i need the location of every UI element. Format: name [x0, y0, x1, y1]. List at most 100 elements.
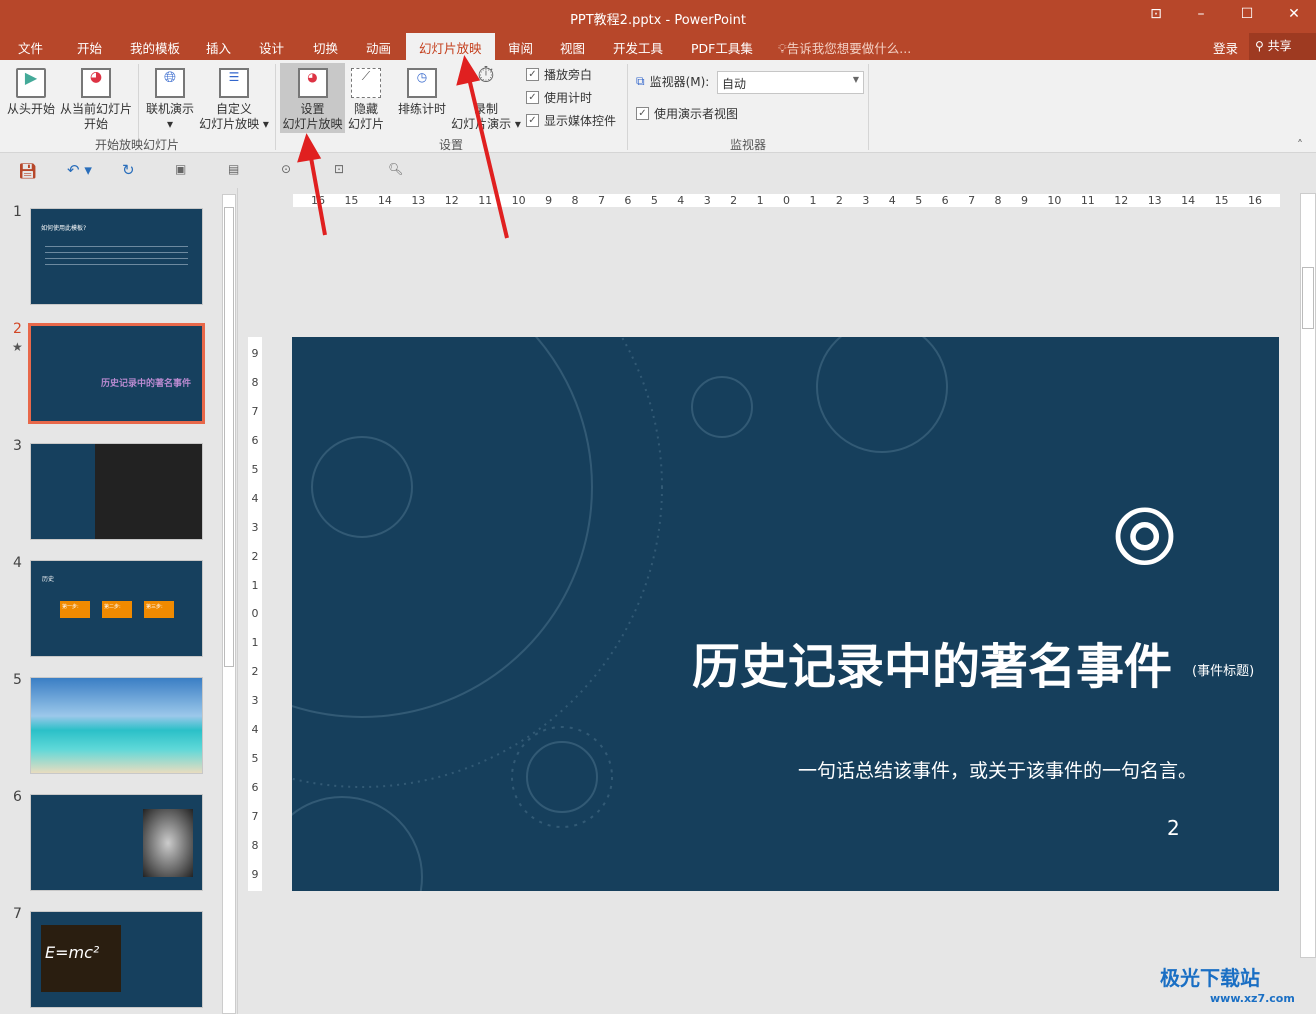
checkbox-checked: ✓ [526, 68, 539, 81]
tab-pdf-tools[interactable]: PDF工具集 [691, 38, 753, 57]
tab-insert[interactable]: 插入 [206, 38, 231, 57]
slide-thumbnail-6[interactable] [30, 794, 203, 891]
slide-canvas[interactable]: ⦾ 历史记录中的著名事件 (事件标题) 一句话总结该事件，或关于该事件的一句名言… [292, 337, 1279, 891]
chevron-down-icon: ▼ [852, 75, 859, 84]
tab-home[interactable]: 开始 [77, 38, 102, 57]
label: 联机演示 [145, 102, 194, 116]
thumb-step: 第一步: [60, 601, 90, 618]
ruler-tick-label: 4 [251, 723, 259, 737]
slide-thumbnail-7[interactable]: E=mc² [30, 911, 203, 1008]
divider [868, 64, 869, 150]
undo-icon[interactable]: ↶ ▾ [67, 161, 92, 179]
monitor-label: ⧉ 监视器(M): [636, 73, 709, 90]
tab-slide-show[interactable]: 幻灯片放映 [406, 33, 495, 60]
ruler-tick-label: 5 [650, 194, 658, 207]
close-button[interactable]: ✕ [1279, 6, 1309, 22]
tab-templates[interactable]: 我的模板 [130, 38, 180, 57]
ruler-tick-label: 6 [941, 194, 949, 207]
from-current-slide-button[interactable]: ◕ 从当前幻灯片 开始 [60, 68, 132, 132]
collapse-ribbon-icon[interactable]: ˄ [1297, 138, 1303, 152]
tab-review[interactable]: 审阅 [508, 38, 533, 57]
monitor-dropdown[interactable]: 自动 ▼ [717, 71, 864, 94]
ruler-tick-label: 1 [756, 194, 764, 207]
tab-animations[interactable]: 动画 [366, 38, 391, 57]
label: 显示媒体控件 [544, 114, 617, 128]
lightbulb-icon: 💡︎ [778, 41, 787, 56]
slide-decoration [292, 337, 948, 891]
tab-design[interactable]: 设计 [259, 38, 284, 57]
hide-slide-button[interactable]: ⟋ 隐藏 幻灯片 [347, 68, 385, 132]
from-beginning-button[interactable]: ▶ 从头开始 [6, 68, 56, 117]
label: 录制 [473, 102, 498, 116]
scroll-thumb[interactable] [224, 207, 234, 667]
ruler-tick-label: 14 [377, 194, 392, 207]
presenter-view-checkbox[interactable]: ✓ 使用演示者视图 [636, 105, 738, 122]
ruler-tick-label: 15 [344, 194, 359, 207]
slide-thumbnail-5[interactable] [30, 677, 203, 774]
slide-thumbnail-2[interactable]: 历史记录中的著名事件 [28, 323, 205, 424]
horizontal-ruler: 16 15 14 13 12 11 10 9 8 7 6 5 4 3 2 1 0 1 2 3 4 5 6 7 8 9 10 11 12 1… [293, 194, 1280, 207]
label: 幻灯片 [347, 117, 384, 131]
new-slide-icon[interactable]: ▣ [175, 162, 186, 176]
ruler-tick-label: 9 [251, 867, 259, 881]
tab-developer[interactable]: 开发工具 [613, 38, 663, 57]
tab-transitions[interactable]: 切换 [313, 38, 338, 57]
record-slide-show-button[interactable]: ⏱ 录制 幻灯片演示 ▾ [450, 65, 522, 132]
ruler-tick-label: 5 [915, 194, 923, 207]
tab-file[interactable]: 文件 [18, 38, 43, 57]
main-scrollbar[interactable] [1300, 193, 1316, 958]
ruler-tick-label: 8 [994, 194, 1002, 207]
layout-icon[interactable]: ▤ [228, 162, 239, 176]
ruler-tick-label: 2 [251, 665, 259, 679]
slide-thumbnail-4[interactable]: 历史 第一步: 第二步: 第三步: [30, 560, 203, 657]
slideshow-icon[interactable]: ⊙ [281, 162, 291, 176]
present-online-button[interactable]: 🌐︎ 联机演示 ▾ [143, 68, 197, 132]
label: 从当前幻灯片 [60, 102, 133, 116]
custom-slide-show-button[interactable]: ☰ 自定义 幻灯片放映 ▾ [198, 68, 270, 132]
group-label-setup: 设置 [439, 138, 464, 152]
share-label: 共享 [1267, 39, 1292, 53]
set-up-slide-show-button[interactable]: ◕ 设置 幻灯片放映 [280, 63, 345, 133]
print-preview-icon[interactable]: 🔍︎ [388, 162, 403, 176]
tab-view[interactable]: 视图 [560, 38, 585, 57]
slide-number: 2 [13, 321, 22, 337]
play-narrations-checkbox[interactable]: ✓ 播放旁白 [526, 66, 592, 83]
ruler-tick-label: 4 [251, 491, 259, 505]
slide-number: 5 [13, 672, 22, 688]
slide-title-note[interactable]: (事件标题) [1192, 660, 1254, 679]
maximize-button[interactable]: ☐ [1232, 6, 1262, 22]
scroll-thumb[interactable] [1302, 267, 1314, 329]
thumbnail-scrollbar[interactable] [222, 194, 236, 1014]
checkbox-checked: ✓ [636, 107, 649, 120]
ruler-tick-label: 8 [251, 838, 259, 852]
ruler-tick-label: 11 [1080, 194, 1095, 207]
login-link[interactable]: 登录 [1213, 38, 1238, 57]
watermark-text: 极光下载站 [1160, 966, 1260, 990]
formula-image: E=mc² [41, 925, 121, 992]
label: 幻灯片演示 [451, 117, 512, 131]
label: 使用计时 [544, 91, 593, 105]
divider [627, 64, 628, 150]
show-media-controls-checkbox[interactable]: ✓ 显示媒体控件 [526, 112, 616, 129]
ruler-tick-label: 10 [511, 194, 526, 207]
tell-me-search[interactable]: 💡︎告诉我您想要做什么... [778, 38, 911, 57]
group-label-start: 开始放映幻灯片 [95, 138, 180, 152]
ribbon-display-options-button[interactable]: ⊡ [1141, 6, 1171, 22]
minimize-button[interactable]: – [1186, 6, 1216, 22]
slide-title[interactable]: 历史记录中的著名事件 [692, 627, 1172, 697]
animation-star-icon: ★ [12, 340, 23, 354]
slide-subtitle[interactable]: 一句话总结该事件，或关于该事件的一句名言。 [798, 756, 1197, 783]
presenter-icon[interactable]: ⊡ [334, 162, 344, 176]
slide-thumbnail-3[interactable] [30, 443, 203, 540]
save-icon[interactable]: 💾︎ [18, 162, 37, 180]
share-button[interactable]: ⚲ 共享 [1249, 33, 1316, 60]
redo-icon[interactable]: ↻ [122, 161, 135, 179]
checkbox-checked: ✓ [526, 114, 539, 127]
ribbon: ▶ 从头开始 ◕ 从当前幻灯片 开始 🌐︎ 联机演示 ▾ ☰ 自定义 幻灯片放映 ▾ 开始放映… [0, 60, 1316, 153]
use-timings-checkbox[interactable]: ✓ 使用计时 [526, 89, 592, 106]
thumb-step: 第三步: [144, 601, 174, 618]
ruler-tick-label: 7 [597, 194, 605, 207]
rehearse-timings-button[interactable]: ◷ 排练计时 [396, 68, 448, 117]
person-icon: ⚲ [1255, 39, 1268, 53]
slide-thumbnail-1[interactable]: 如何使用此模板? [30, 208, 203, 305]
